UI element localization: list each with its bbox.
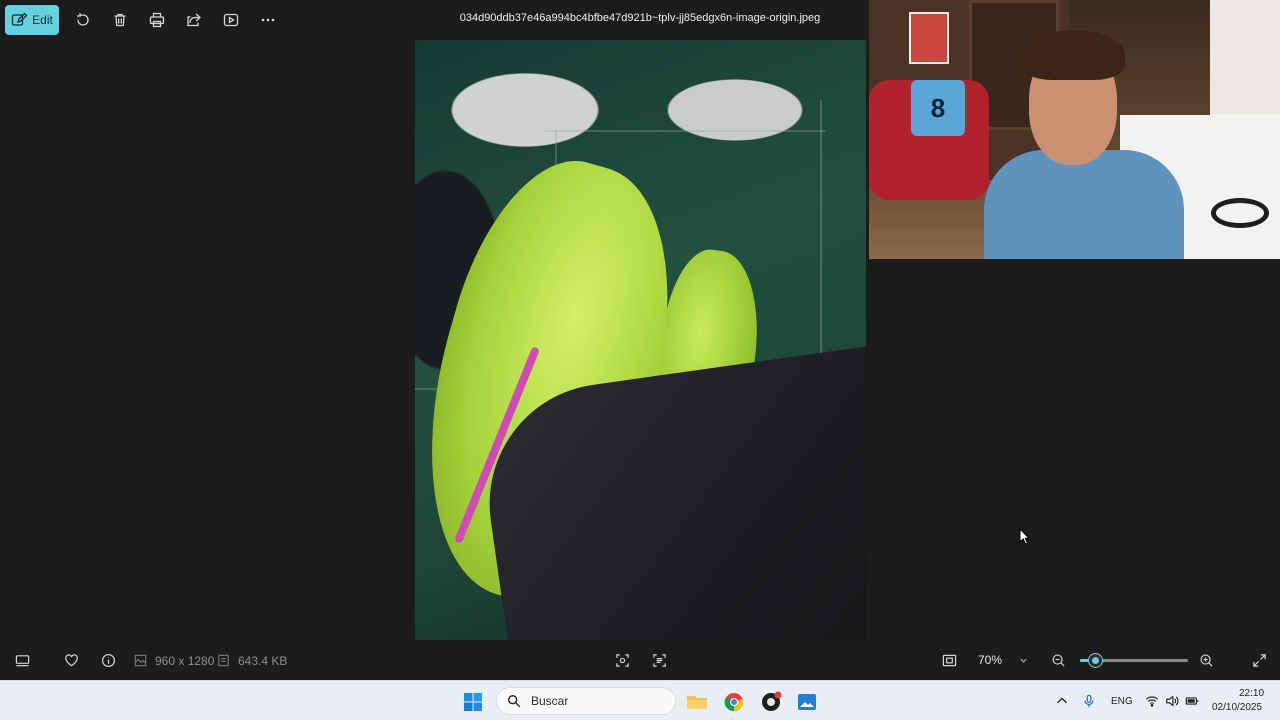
share-button[interactable] — [175, 5, 212, 35]
actual-size-icon — [942, 654, 956, 666]
file-name-title: 034d90ddb37e46a994bc4bfbe47d921b~tplv-jj… — [459, 12, 821, 24]
edit-label: Edit — [32, 13, 53, 27]
edit-button[interactable]: Edit — [5, 5, 59, 35]
folder-icon — [687, 696, 707, 709]
print-button[interactable] — [138, 5, 175, 35]
rotate-button[interactable] — [64, 5, 101, 35]
file-size: 643.4 KB — [238, 654, 288, 668]
input-language[interactable]: ENG — [1111, 696, 1133, 707]
print-icon — [149, 12, 164, 28]
microphone-button[interactable] — [1081, 693, 1097, 709]
rotate-icon — [76, 13, 89, 26]
windows-taskbar: Buscar ENG 22:10 02/10/2025 — [0, 680, 1280, 720]
chrome-icon — [724, 693, 744, 712]
file-info-button[interactable] — [97, 650, 119, 670]
zoom-in-button[interactable] — [1195, 650, 1217, 670]
info-icon — [101, 653, 115, 667]
wifi-icon — [1145, 696, 1159, 707]
slideshow-button[interactable] — [212, 5, 249, 35]
photo-viewport[interactable] — [415, 40, 866, 640]
photos-app-window: Edit 034d90ddb37e46a994bc4bfbe47d921b~tp… — [0, 0, 1280, 680]
zoom-out-button[interactable] — [1047, 650, 1069, 670]
expand-icon — [1252, 653, 1266, 667]
actual-size-button[interactable] — [938, 650, 960, 670]
more-icon — [261, 18, 274, 22]
clock-date[interactable]: 02/10/2025 — [1212, 702, 1262, 713]
scan-icon — [652, 653, 666, 667]
zoom-slider[interactable] — [1080, 654, 1188, 667]
visual-search-button[interactable] — [648, 650, 670, 670]
webcam-person-hair — [1021, 30, 1125, 80]
heart-icon — [64, 653, 78, 666]
file-explorer-button[interactable] — [684, 689, 710, 715]
full-screen-button[interactable] — [1248, 650, 1270, 670]
delete-button[interactable] — [101, 5, 138, 35]
taskbar-search-box[interactable]: Buscar — [496, 687, 676, 715]
search-placeholder: Buscar — [531, 694, 569, 708]
zoom-dropdown[interactable]: 70% — [970, 648, 1036, 672]
webcam-overlay: 8 — [869, 0, 1280, 259]
zoom-in-icon — [1199, 653, 1213, 667]
image-dimensions: 960 x 1280 — [155, 654, 215, 668]
mouse-cursor-icon — [1019, 528, 1031, 545]
chevron-up-icon — [1057, 697, 1067, 704]
recording-app-button[interactable] — [758, 689, 784, 715]
record-app-icon — [762, 691, 782, 711]
dimensions-icon — [132, 650, 148, 670]
webcam-headphones — [1211, 198, 1269, 228]
filmstrip-icon — [15, 654, 29, 666]
windows-logo-icon — [464, 693, 482, 711]
filmstrip-button[interactable] — [11, 650, 33, 670]
search-icon — [508, 695, 521, 708]
start-button[interactable] — [460, 689, 486, 715]
webcam-jersey: 8 — [911, 80, 965, 136]
microphone-icon — [1084, 694, 1094, 708]
more-options-button[interactable] — [249, 5, 286, 35]
fit-screen-icon — [615, 653, 629, 667]
top-toolbar: Edit 034d90ddb37e46a994bc4bfbe47d921b~tp… — [0, 0, 868, 40]
file-size-icon — [215, 650, 231, 670]
share-icon — [186, 13, 201, 27]
slideshow-icon — [223, 13, 238, 27]
photos-icon — [798, 694, 816, 710]
trash-icon — [114, 13, 125, 27]
zoom-value: 70% — [978, 653, 1003, 667]
chevron-down-icon — [1020, 658, 1027, 663]
webcam-person-body — [984, 150, 1184, 259]
edit-icon — [12, 12, 28, 26]
volume-button[interactable] — [1164, 693, 1180, 709]
battery-button[interactable] — [1184, 693, 1200, 709]
webcam-poster — [909, 12, 949, 64]
photos-app-button[interactable] — [794, 689, 820, 715]
chrome-button[interactable] — [721, 689, 747, 715]
speaker-icon — [1166, 695, 1179, 707]
favorite-button[interactable] — [60, 650, 82, 670]
battery-icon — [1185, 697, 1199, 705]
wifi-button[interactable] — [1144, 693, 1160, 709]
show-hidden-icons-button[interactable] — [1054, 693, 1070, 709]
zoom-out-icon — [1051, 653, 1065, 667]
clock-time[interactable]: 22:10 — [1239, 688, 1264, 699]
floor-tile-line — [545, 130, 825, 132]
fit-to-window-button[interactable] — [611, 650, 633, 670]
